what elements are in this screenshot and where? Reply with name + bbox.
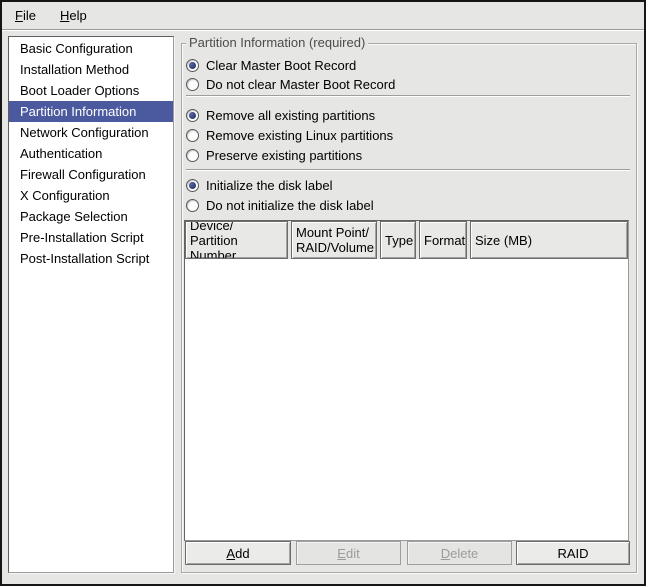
- radio-remove-all-partitions[interactable]: Remove all existing partitions: [186, 107, 375, 123]
- sidebar-item-post-installation-script[interactable]: Post-Installation Script: [9, 248, 173, 269]
- radio-label: Initialize the disk label: [206, 178, 332, 193]
- partition-information-frame: Partition Information (required) Clear M…: [181, 43, 637, 573]
- partition-table-header: Device/ Partition Number Mount Point/ RA…: [185, 221, 628, 259]
- sidebar-item-authentication[interactable]: Authentication: [9, 143, 173, 164]
- app-window: File Help Basic Configuration Installati…: [0, 0, 646, 586]
- sidebar-item-network-configuration[interactable]: Network Configuration: [9, 122, 173, 143]
- partition-table-body: [185, 259, 628, 540]
- column-header-size[interactable]: Size (MB): [470, 221, 628, 259]
- separator: [186, 95, 630, 96]
- column-header-format[interactable]: Format: [419, 221, 467, 259]
- radio-initialize-disk-label[interactable]: Initialize the disk label: [186, 177, 332, 193]
- radio-label: Do not initialize the disk label: [206, 198, 374, 213]
- radio-button-icon[interactable]: [186, 199, 199, 212]
- raid-button[interactable]: RAID: [516, 541, 630, 565]
- column-header-device[interactable]: Device/ Partition Number: [185, 221, 288, 259]
- radio-button-icon[interactable]: [186, 109, 199, 122]
- radio-do-not-initialize-disk-label[interactable]: Do not initialize the disk label: [186, 197, 374, 213]
- raid-button-label: RAID: [557, 546, 588, 561]
- delete-button[interactable]: Delete: [407, 541, 512, 565]
- radio-button-icon[interactable]: [186, 179, 199, 192]
- radio-label: Clear Master Boot Record: [206, 58, 356, 73]
- section-list: Basic Configuration Installation Method …: [8, 36, 174, 573]
- menu-help[interactable]: Help: [53, 5, 94, 26]
- radio-button-icon[interactable]: [186, 149, 199, 162]
- sidebar-item-x-configuration[interactable]: X Configuration: [9, 185, 173, 206]
- radio-button-icon[interactable]: [186, 78, 199, 91]
- sidebar-item-pre-installation-script[interactable]: Pre-Installation Script: [9, 227, 173, 248]
- edit-button-label: Edit: [337, 546, 359, 561]
- sidebar-item-installation-method[interactable]: Installation Method: [9, 59, 173, 80]
- menu-file[interactable]: File: [8, 5, 43, 26]
- add-button[interactable]: Add: [185, 541, 291, 565]
- sidebar-item-package-selection[interactable]: Package Selection: [9, 206, 173, 227]
- sidebar-item-partition-information[interactable]: Partition Information: [9, 101, 173, 122]
- radio-button-icon[interactable]: [186, 129, 199, 142]
- radio-label: Preserve existing partitions: [206, 148, 362, 163]
- radio-label: Do not clear Master Boot Record: [206, 77, 395, 92]
- radio-do-not-clear-mbr[interactable]: Do not clear Master Boot Record: [186, 76, 395, 92]
- frame-title: Partition Information (required): [186, 35, 368, 51]
- delete-button-label: Delete: [441, 546, 479, 561]
- partition-table: Device/ Partition Number Mount Point/ RA…: [184, 220, 629, 541]
- radio-remove-linux-partitions[interactable]: Remove existing Linux partitions: [186, 127, 393, 143]
- separator: [186, 169, 630, 170]
- radio-preserve-partitions[interactable]: Preserve existing partitions: [186, 147, 362, 163]
- radio-label: Remove all existing partitions: [206, 108, 375, 123]
- add-button-label: Add: [226, 546, 249, 561]
- menubar-separator: [2, 29, 644, 30]
- edit-button[interactable]: Edit: [296, 541, 401, 565]
- radio-label: Remove existing Linux partitions: [206, 128, 393, 143]
- radio-button-icon[interactable]: [186, 59, 199, 72]
- sidebar-item-boot-loader-options[interactable]: Boot Loader Options: [9, 80, 173, 101]
- column-header-type[interactable]: Type: [380, 221, 416, 259]
- sidebar-item-basic-configuration[interactable]: Basic Configuration: [9, 38, 173, 59]
- sidebar-item-firewall-configuration[interactable]: Firewall Configuration: [9, 164, 173, 185]
- column-header-mount-point[interactable]: Mount Point/ RAID/Volume: [291, 221, 377, 259]
- radio-clear-mbr[interactable]: Clear Master Boot Record: [186, 57, 356, 73]
- menubar: File Help: [2, 2, 644, 29]
